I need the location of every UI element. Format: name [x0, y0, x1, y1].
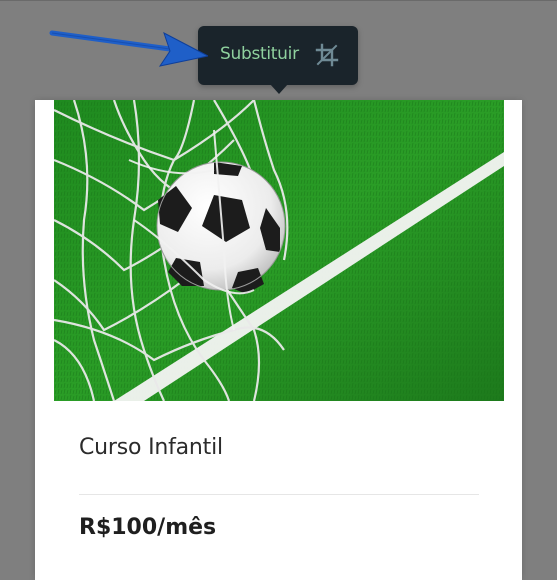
- divider: [79, 494, 479, 495]
- crop-button[interactable]: [315, 43, 339, 67]
- crop-icon: [315, 43, 339, 67]
- course-image[interactable]: [54, 100, 504, 401]
- replace-image-button[interactable]: Substituir: [220, 44, 299, 64]
- toolbar-caret: [270, 84, 288, 94]
- top-border: [0, 0, 557, 1]
- course-card: Curso Infantil R$100/mês: [35, 100, 522, 580]
- arrow-right-icon: [49, 30, 208, 67]
- image-toolbar: Substituir: [198, 26, 358, 85]
- course-price: R$100/mês: [79, 515, 217, 540]
- course-title: Curso Infantil: [79, 435, 223, 460]
